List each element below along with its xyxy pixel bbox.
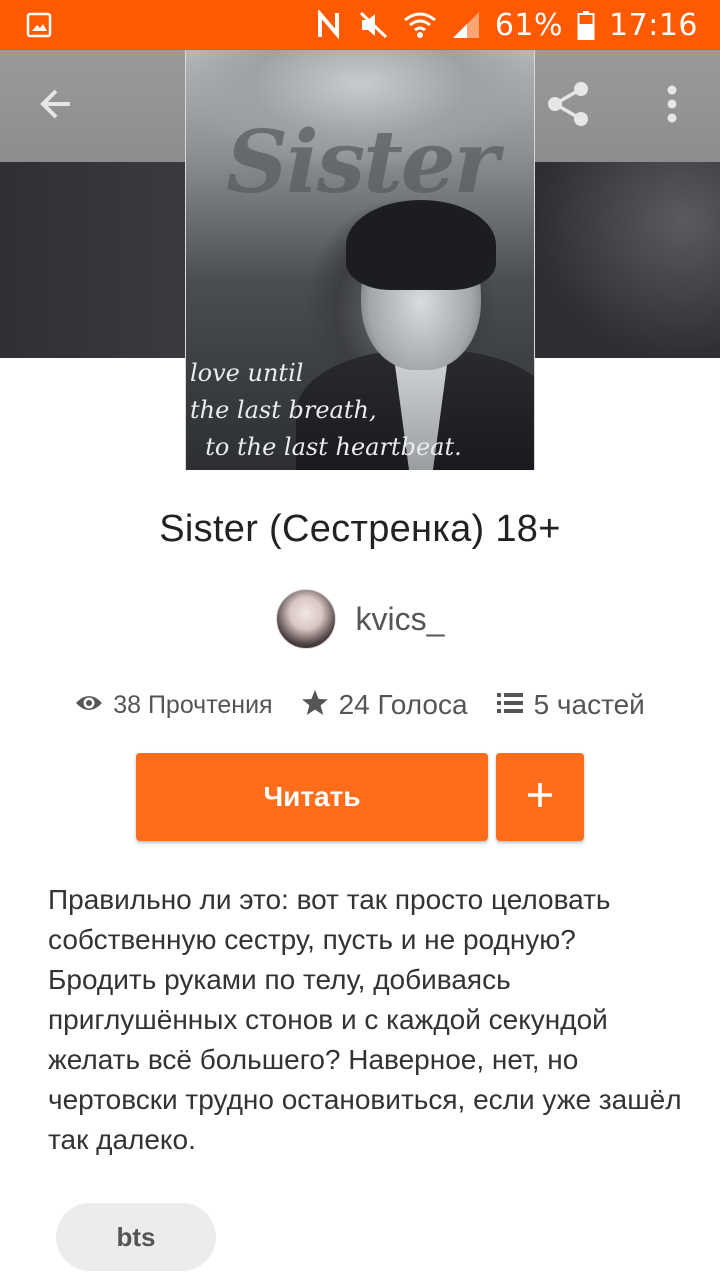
author-name[interactable]: kvics_ (356, 601, 445, 638)
read-button[interactable]: Читать (136, 753, 488, 841)
toolbar (0, 50, 720, 162)
mute-icon (359, 10, 389, 40)
battery-percent: 61% (494, 7, 564, 43)
avatar[interactable] (275, 589, 336, 649)
list-icon (496, 691, 524, 720)
plus-icon (526, 781, 554, 814)
wifi-icon (403, 10, 437, 40)
story-stats: 38 Прочтения 24 Голоса 5 частей (0, 682, 720, 728)
author-row[interactable]: kvics_ (0, 588, 720, 650)
nfc-icon (315, 10, 345, 40)
reads-count: 38 Прочтения (113, 690, 273, 719)
tag-chip[interactable]: bts (56, 1203, 216, 1271)
reads-stat: 38 Прочтения (75, 690, 273, 720)
story-title: Sister (Сестренка) 18+ (159, 508, 561, 550)
status-icons: 61% 17:16 (315, 0, 698, 50)
signal-icon (451, 10, 481, 40)
clock: 17:16 (609, 7, 698, 43)
star-icon (301, 689, 329, 722)
cover-figure-hair (346, 200, 496, 290)
more-vert-icon (666, 84, 678, 129)
more-options-button[interactable] (632, 50, 712, 162)
arrow-left-icon (36, 84, 76, 129)
back-button[interactable] (16, 50, 96, 162)
backdrop-left (0, 162, 185, 358)
battery-icon (577, 10, 595, 40)
gallery-icon (26, 12, 52, 42)
parts-count: 5 частей (533, 689, 645, 720)
backdrop-right (535, 162, 720, 358)
parts-stat: 5 частей (496, 689, 645, 721)
status-bar: 61% 17:16 (0, 0, 720, 50)
share-icon (543, 79, 593, 134)
share-button[interactable] (528, 50, 608, 162)
story-description: Правильно ли это: вот так просто целоват… (48, 884, 682, 1155)
votes-count: 24 Голоса (338, 689, 468, 720)
eye-icon (75, 692, 103, 719)
add-to-library-button[interactable] (496, 753, 584, 841)
cover-quote-text: love until the last breath, to the last … (190, 359, 462, 461)
story-details-screen: 61% 17:16 Sister love until the last bre… (0, 0, 720, 1280)
votes-stat: 24 Голоса (301, 689, 468, 722)
